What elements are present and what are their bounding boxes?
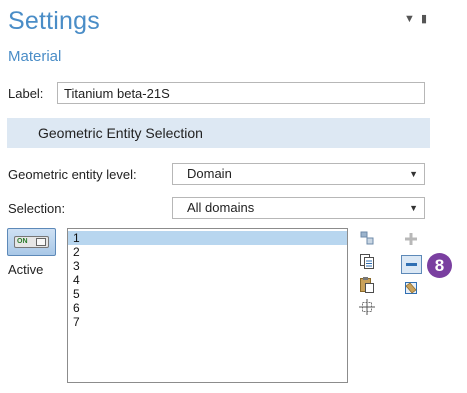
- list-item[interactable]: 4: [68, 273, 347, 287]
- pane-controls: ▼ ▮: [398, 12, 427, 25]
- clear-selection-icon[interactable]: [402, 279, 420, 297]
- material-subtitle: Material: [8, 48, 62, 65]
- selection-select[interactable]: All domains ▼: [172, 197, 425, 219]
- label-caption: Label:: [8, 86, 44, 101]
- on-switch-icon: ON: [14, 236, 49, 248]
- remove-icon[interactable]: [401, 255, 422, 274]
- toggle-text: ON: [17, 238, 28, 245]
- list-item[interactable]: 6: [68, 301, 347, 315]
- callout-badge: 8: [427, 253, 452, 278]
- active-label: Active: [8, 262, 44, 277]
- pin-icon[interactable]: ▮: [421, 13, 427, 25]
- pane-menu-icon[interactable]: ▼: [404, 13, 415, 25]
- entity-level-label: Geometric entity level:: [8, 167, 137, 182]
- zoom-to-selection-icon[interactable]: [358, 298, 376, 316]
- entity-level-select[interactable]: Domain ▼: [172, 163, 425, 185]
- label-input[interactable]: [57, 82, 425, 104]
- paste-icon[interactable]: [358, 275, 376, 293]
- list-item[interactable]: 7: [68, 315, 347, 329]
- selection-value: All domains: [187, 200, 255, 215]
- selection-label: Selection:: [8, 201, 66, 216]
- chevron-down-icon: ▼: [409, 203, 418, 213]
- list-item[interactable]: 3: [68, 259, 347, 273]
- paste-selection-icon[interactable]: [358, 229, 376, 247]
- active-toggle-button[interactable]: ON: [7, 228, 56, 256]
- domain-selection-list[interactable]: 1 2 3 4 5 6 7: [67, 228, 348, 383]
- section-geometric-entity-selection[interactable]: Geometric Entity Selection: [7, 118, 430, 148]
- list-item[interactable]: 2: [68, 245, 347, 259]
- add-icon[interactable]: [402, 230, 420, 248]
- chevron-down-icon: ▼: [409, 169, 418, 179]
- copy-selection-icon[interactable]: [358, 252, 376, 270]
- list-item[interactable]: 5: [68, 287, 347, 301]
- list-item[interactable]: 1: [68, 231, 347, 245]
- entity-level-value: Domain: [187, 166, 232, 181]
- settings-title: Settings: [8, 7, 100, 35]
